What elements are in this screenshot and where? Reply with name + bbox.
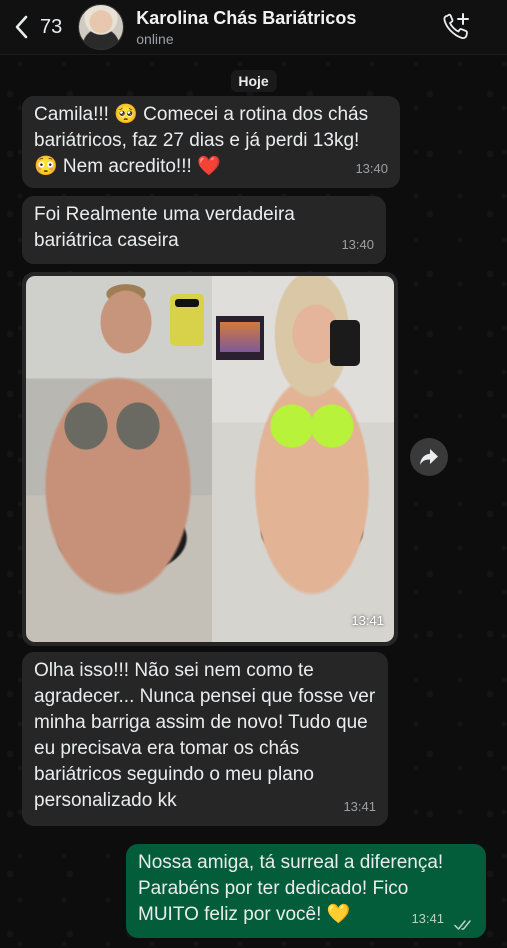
- message-bubble-incoming[interactable]: Olha isso!!! Não sei nem como te agradec…: [22, 652, 388, 826]
- chevron-left-icon: [15, 15, 28, 39]
- unread-count: 73: [40, 15, 63, 38]
- phone-in-photo: [330, 320, 360, 366]
- image-message-bubble[interactable]: 13:41: [22, 272, 398, 646]
- message-text: Camila!!! 🥺 Comecei a rotina dos chás ba…: [34, 104, 369, 177]
- date-separator: Hoje: [230, 70, 277, 92]
- after-photo: [212, 276, 394, 642]
- message-time: 13:41: [351, 613, 384, 628]
- message-bubble-incoming[interactable]: Camila!!! 🥺 Comecei a rotina dos chás ba…: [22, 96, 400, 188]
- message-bubble-incoming[interactable]: Foi Realmente uma verdadeira bariátrica …: [22, 196, 386, 264]
- contact-info[interactable]: Karolina Chás Bariátricos online: [136, 8, 356, 47]
- before-photo: [26, 276, 212, 642]
- message-time: 13:40: [341, 237, 374, 252]
- message-bubble-outgoing[interactable]: Nossa amiga, tá surreal a diferença! Par…: [126, 844, 486, 938]
- forward-button[interactable]: [410, 438, 448, 476]
- tv-in-photo: [216, 316, 264, 360]
- message-text: Foi Realmente uma verdadeira bariátrica …: [34, 204, 295, 251]
- message-time: 13:41: [343, 799, 376, 814]
- double-check-icon: [454, 920, 471, 930]
- contact-name: Karolina Chás Bariátricos: [136, 7, 357, 28]
- message-time: 13:40: [355, 161, 388, 176]
- forward-icon: [420, 449, 438, 465]
- add-call-icon[interactable]: [441, 12, 471, 42]
- message-text: Olha isso!!! Não sei nem como te agradec…: [34, 660, 376, 811]
- avatar[interactable]: [78, 4, 125, 50]
- chat-header: 73 Karolina Chás Bariátricos online: [0, 0, 507, 55]
- before-after-photo[interactable]: 13:41: [26, 276, 394, 642]
- message-time: 13:41: [411, 911, 444, 926]
- back-button[interactable]: 73: [14, 15, 62, 39]
- contact-status: online: [136, 30, 174, 47]
- phone-in-photo: [170, 294, 204, 346]
